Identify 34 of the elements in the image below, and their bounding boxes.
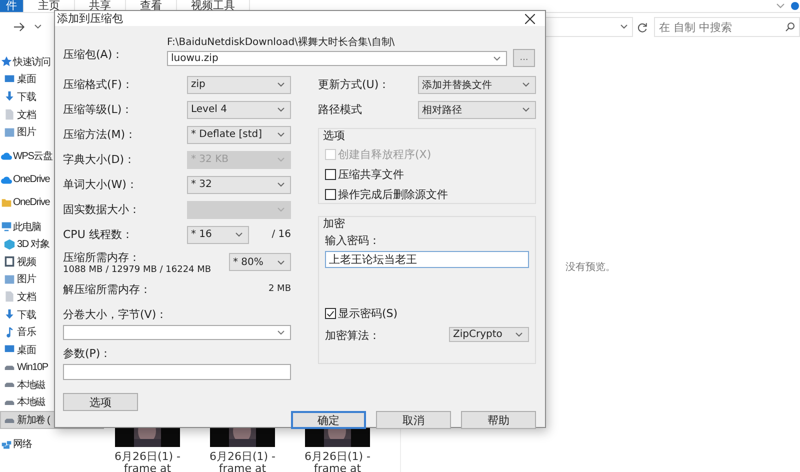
password-label: 输入密码： xyxy=(325,233,381,248)
setting-label: CPU 线程数： xyxy=(63,227,134,242)
decompress-memory-label: 解压缩所需内存： xyxy=(63,282,151,296)
file-name: frame at xyxy=(314,463,362,472)
volume-size-label: 分卷大小，字节(V)： xyxy=(63,307,168,321)
file-name: 6月26日(1) - xyxy=(114,451,181,463)
checkbox-label: 压缩共享文件 xyxy=(338,167,404,182)
encryption-method-label: 加密算法： xyxy=(325,328,380,342)
parameters-label: 参数(P)： xyxy=(63,346,112,360)
setting-label: 压缩格式(F)： xyxy=(63,77,134,92)
thread-total: / 16 xyxy=(272,229,291,240)
archive-path: F:\BaiduNetdiskDownload\裸舞大时长合集\自制\ xyxy=(167,37,396,49)
file-name: 6月26日(1) - xyxy=(209,451,276,463)
group-title: 加密 xyxy=(323,216,346,231)
preview-message: 没有预览。 xyxy=(566,261,616,273)
path-mode-label: 路径模式 xyxy=(318,102,363,117)
setting-label: 压缩等级(L)： xyxy=(63,102,134,117)
setting-label: 固实数据大小： xyxy=(63,202,141,217)
archive-label: 压缩包(A)： xyxy=(63,47,124,63)
file-name: frame at xyxy=(218,463,266,472)
dialog-title: 添加到压缩包 xyxy=(57,11,123,26)
decompress-memory-value: 2 MB xyxy=(268,284,291,294)
memory-label: 压缩所需内存： xyxy=(63,250,141,264)
setting-label: 单词大小(W)： xyxy=(63,177,138,192)
setting-label: 字典大小(D)： xyxy=(63,152,136,167)
checkbox-label: 创建自释放程序(X) xyxy=(338,147,432,162)
file-name: frame at xyxy=(124,463,172,472)
update-mode-label: 更新方式(U)： xyxy=(318,77,391,92)
file-name: 6月26日(1) - xyxy=(304,451,371,463)
checkbox-label: 操作完成后删除源文件 xyxy=(338,187,448,202)
memory-usage: 1088 MB / 12979 MB / 16224 MB xyxy=(63,264,212,274)
group-title: 选项 xyxy=(323,128,346,143)
setting-label: 压缩方法(M)： xyxy=(63,127,138,142)
checkbox-label: 显示密码(S) xyxy=(338,306,398,321)
